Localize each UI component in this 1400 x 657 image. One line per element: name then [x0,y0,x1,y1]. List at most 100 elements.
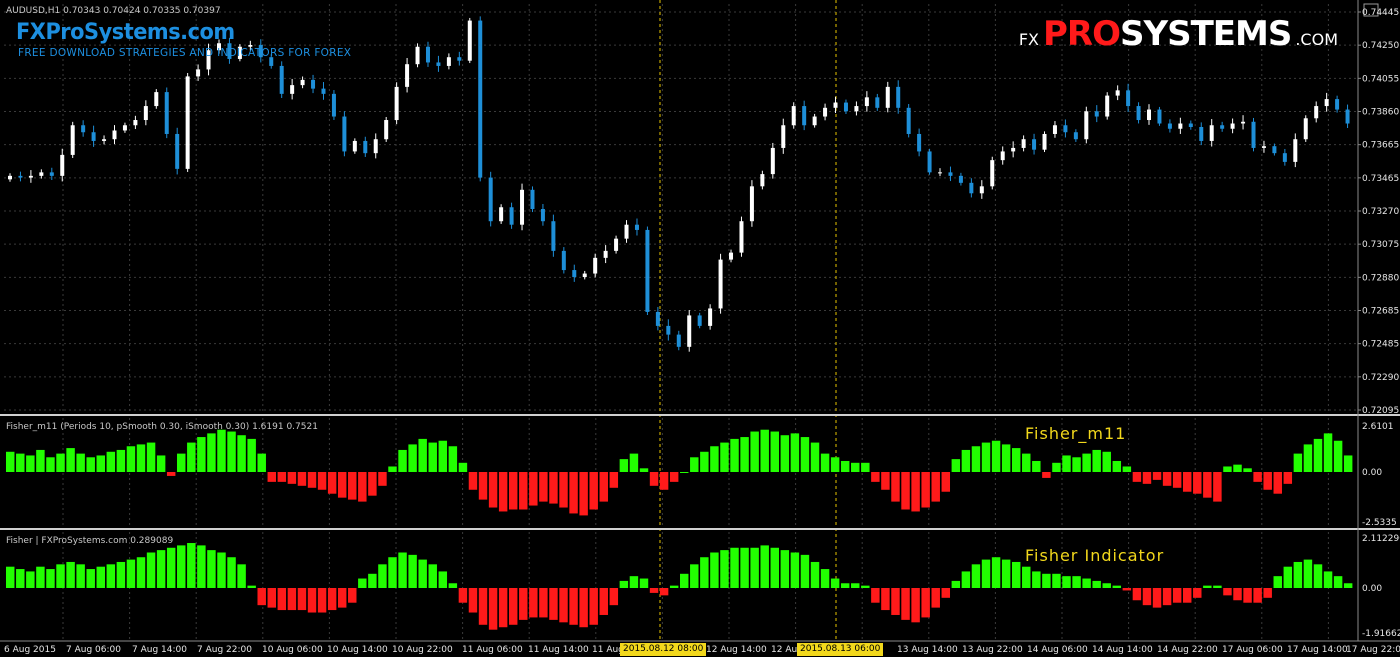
fisher-m11-bar-positive [1223,466,1232,472]
candle-bull [185,76,190,169]
time-axis-label: 17 Aug 22:00 [1346,645,1400,655]
candle-bull [833,102,838,108]
candle-bear [802,106,807,126]
fisher-m11-bar-negative [1213,472,1222,502]
fisher-m11-bar-positive [830,457,840,472]
candle-bull [446,57,451,66]
time-axis-label: 11 Aug 06:00 [462,645,523,655]
candle-bull [739,221,744,253]
fisher-m11-bar-positive [126,446,136,472]
fisher-indicator-bar-positive [358,578,367,588]
time-axis-label: 10 Aug 22:00 [392,645,453,655]
candle-bear [18,175,23,178]
candle-bear [1282,153,1287,162]
brand-title[interactable]: FXProSystems.com [16,20,235,45]
fisher-indicator-bar-positive [46,569,55,588]
fisher-m11-bar-negative [358,472,367,502]
fisher-m11-bar-positive [1022,453,1031,472]
candle-bull [499,207,504,222]
candle-bear [1167,123,1172,129]
candle-bear [175,133,180,169]
time-axis-label: 13 Aug 22:00 [962,645,1023,655]
forex-chart[interactable]: 0.74445 0.74250 0.74055 0.73860 0.73665 0.734… [0,0,1400,657]
fisher-indicator-bar-negative [1142,588,1152,606]
candle-bear [436,62,441,66]
price-axis-label: 0.74055 [1362,74,1399,84]
fisher-indicator-bar-positive [1082,578,1091,588]
fisher-m11-bar-negative [1162,472,1172,486]
fisher-m11-bar-negative [891,472,900,502]
fisher-m11-bar-negative [589,472,598,510]
fisher-m11-bar-positive [619,459,629,472]
fisher-m11-bar-negative [1142,472,1152,484]
fisher-indicator-bar-positive [1303,559,1313,588]
fisher-m11-bar-positive [700,451,709,472]
fisher-m11-bar-negative [1042,472,1051,478]
fisher-m11-bar-positive [760,429,769,472]
fisher-indicator-bar-positive [126,559,136,588]
candle-bull [8,175,12,180]
session-markers [659,0,837,641]
fisher-indicator-bar-positive [1112,585,1122,588]
fisher-m11-bar-negative [317,472,327,490]
candle-bear [279,65,284,94]
fisher-m11-bar-positive [1313,438,1323,472]
candle-bear [1188,123,1193,127]
price-candles[interactable] [8,16,1350,352]
indicator1-axis-zero: 0.00 [1362,468,1382,478]
fisher-m11-bar-positive [177,453,186,472]
fisher-m11-bar-positive [1102,451,1111,472]
fisher-indicator-bar-negative [337,588,347,608]
fisher-indicator-bar-positive [1011,561,1021,588]
fisher-m11-bar-positive [227,431,236,472]
fisher-indicator-bar-positive [1052,573,1061,588]
candle-bear [164,92,169,134]
fisher-m11-bar-negative [941,472,951,492]
fisher-indicator-bar-negative [1193,588,1202,598]
fisher-m11-bar-positive [730,438,739,472]
fisher-m11-bar-positive [840,460,850,472]
fisher-indicator-bar-negative [277,588,287,611]
fisher-indicator-bar-negative [478,588,488,625]
fisher-m11-bar-negative [348,472,357,500]
price-axis-label: 0.72685 [1362,307,1399,317]
candle-bear [1251,121,1256,148]
fisher-m11-bar-positive [680,472,689,473]
fisher-m11-bar-positive [770,431,779,472]
fisher-m11-bar-negative [659,472,669,490]
candle-bull [60,154,65,176]
fisher-m11-bar-positive [1092,449,1101,472]
fisher-indicator-bar-negative [508,588,518,625]
fisher-m11-bar-negative [1182,472,1192,492]
fisher-indicator-bar-negative [257,588,266,606]
fisher-indicator-bar-positive [1042,573,1051,588]
fisher-m11-histogram [6,429,1353,516]
fisher-m11-bar-negative [609,472,619,488]
fisher-indicator-bar-positive [951,580,961,588]
candle-bear [1032,139,1037,150]
candle-bear [1345,109,1350,124]
fisher-m11-bar-negative [1132,472,1142,482]
candle-bull [1314,106,1319,119]
fisher-m11-bar-positive [257,453,266,472]
fisher-indicator-bar-positive [217,552,226,588]
fisher-m11-bar-positive [851,462,860,472]
fisher-m11-bar-positive [207,433,216,472]
fisher-indicator-bar-positive [1022,566,1031,588]
fisher-indicator-bar-positive [861,585,870,588]
fisher-m11-bar-positive [1001,444,1011,472]
fisher-m11-bar-positive [981,442,991,472]
indicator2-axis-max: 2.112296 [1362,534,1400,544]
fxprosystems-logo[interactable]: FX PROSYSTEMS .COM [1019,14,1338,54]
candle-bull [405,64,410,87]
fisher-indicator-bar-negative [1152,588,1162,608]
candle-bear [540,209,545,222]
time-axis-label: 17 Aug 14:00 [1287,645,1348,655]
fisher-indicator-bar-positive [56,564,65,588]
fisher-indicator-bar-negative [1172,588,1182,603]
fisher-indicator-bar-negative [529,588,538,618]
fisher-indicator-bar-negative [1263,588,1272,598]
fisher-indicator-bar-negative [307,588,317,613]
fisher-m11-bar-positive [6,451,15,472]
fisher-indicator-bar-positive [740,547,749,588]
